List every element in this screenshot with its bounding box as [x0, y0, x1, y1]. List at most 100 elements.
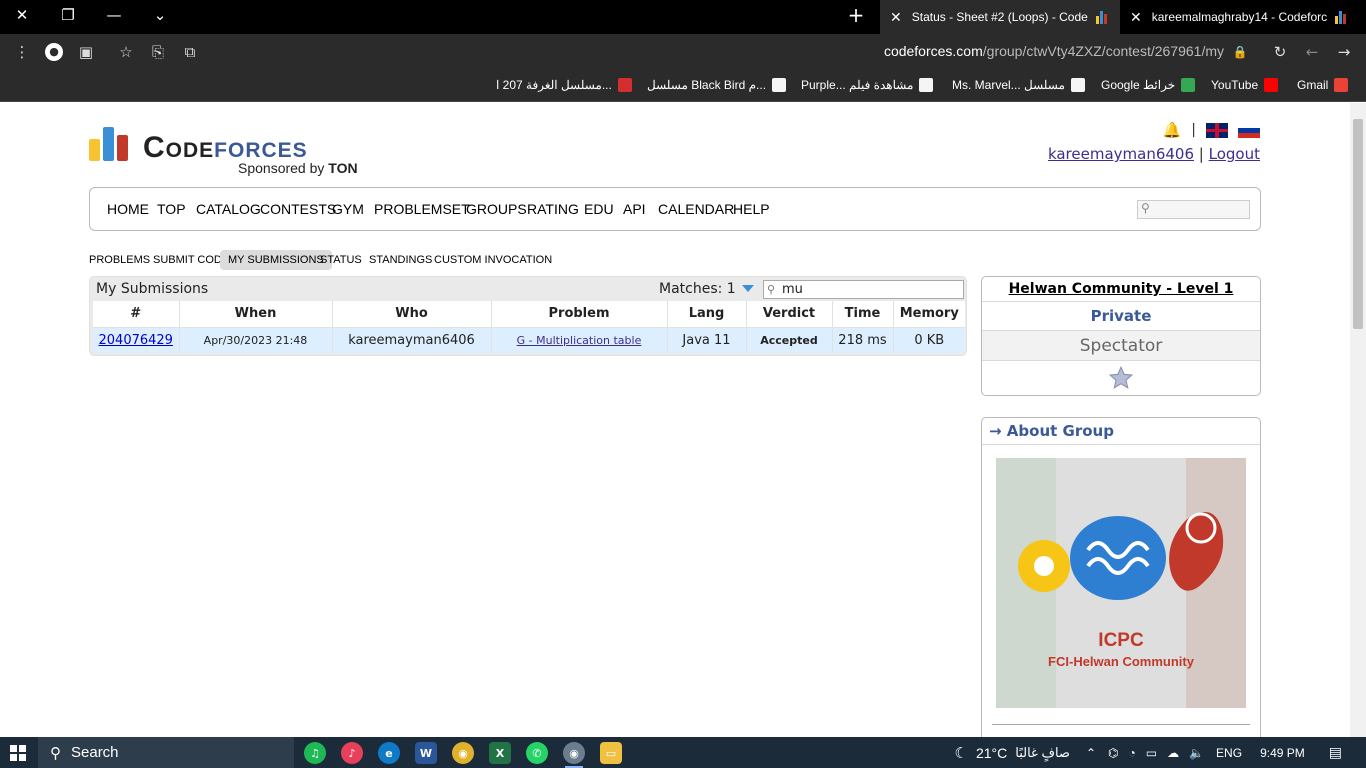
panel-title: My Submissions	[96, 281, 209, 297]
file-explorer-icon[interactable]: ▭	[600, 742, 622, 764]
username-link[interactable]: kareemayman6406	[1048, 145, 1194, 163]
page-content: Codeforces Sponsored by TON 🔔 | kareemay…	[0, 103, 1350, 737]
back-icon[interactable]: →	[1330, 38, 1358, 66]
spotify-icon[interactable]: ♫	[304, 742, 326, 764]
share-icon[interactable]: ⎘	[144, 38, 172, 66]
problem-filter-input[interactable]: ⚲ mu	[763, 280, 964, 299]
chrome-icon[interactable]: ◉	[452, 742, 474, 764]
gmail-icon	[1334, 78, 1349, 92]
edge-icon[interactable]: e	[378, 742, 400, 764]
who-cell[interactable]: kareemayman6406	[332, 327, 492, 353]
volume-icon[interactable]: 🔈	[1189, 746, 1204, 760]
bookmark-youtube[interactable]: YouTube	[1211, 70, 1279, 100]
tab-search-chevron-icon[interactable]: ⌄	[140, 0, 180, 30]
language-indicator[interactable]: ENG	[1216, 746, 1242, 760]
language-selector: 🔔 |	[1163, 121, 1260, 139]
tab-kareem-profile[interactable]: ✕ kareemalmaghraby14 - Codeforc	[1120, 0, 1350, 34]
submissions-table: # When Who Problem Lang Verdict Time Mem…	[93, 301, 965, 353]
col-lang: Lang	[667, 301, 747, 328]
chrome-active-icon[interactable]: ◉	[563, 742, 585, 768]
site-favicon-icon	[919, 78, 934, 92]
bookmark-purple[interactable]: Purple... مشاهدة فيلم	[801, 70, 934, 100]
logout-link[interactable]: Logout	[1209, 145, 1260, 163]
english-flag-icon[interactable]	[1206, 122, 1228, 138]
weather-temp[interactable]: 21°C	[976, 745, 1007, 761]
menu-gym[interactable]: GYM	[332, 201, 364, 217]
bell-icon[interactable]: 🔔	[1163, 121, 1182, 139]
codeforces-favicon-icon	[1335, 10, 1347, 24]
sidebar-toggle-icon[interactable]: ▣	[72, 38, 100, 66]
close-tab-icon[interactable]: ✕	[1130, 9, 1142, 26]
bookmark-gmail[interactable]: Gmail	[1297, 70, 1349, 100]
menu-home[interactable]: HOME	[107, 201, 149, 217]
sponsor-text: Sponsored by TON	[238, 160, 358, 176]
codeforces-logo[interactable]: Codeforces Sponsored by TON	[89, 127, 369, 179]
bookmark-star-icon[interactable]: ☆	[112, 38, 140, 66]
excel-icon[interactable]: X	[489, 742, 511, 764]
menu-help[interactable]: HELP	[733, 201, 770, 217]
cloud-icon[interactable]: ☁	[1167, 746, 1179, 760]
tab-status-sheet[interactable]: ✕ Status - Sheet #2 (Loops) - Code	[880, 0, 1120, 34]
taskbar-search-box[interactable]: ⚲ Search	[38, 737, 294, 768]
about-group-title[interactable]: → About Group	[989, 422, 1114, 440]
word-icon[interactable]: W	[415, 742, 437, 764]
reload-icon[interactable]: ↻	[1266, 38, 1294, 66]
weather-description[interactable]: صافٍ غالبًا	[1015, 745, 1070, 761]
menu-problemset[interactable]: PROBLEMSET	[374, 201, 470, 217]
menu-contests[interactable]: CONTESTS	[260, 201, 336, 217]
menu-rating[interactable]: RATING	[527, 201, 579, 217]
minimize-window-icon[interactable]: —	[94, 0, 134, 30]
submenu-custom-invocation[interactable]: CUSTOM INVOCATION	[426, 250, 560, 270]
verdict-cell: Accepted	[746, 327, 833, 353]
browser-menu-icon[interactable]: ⋮	[8, 38, 36, 66]
translate-icon[interactable]: ⧉	[176, 38, 204, 66]
page-scrollbar[interactable]	[1350, 103, 1366, 737]
site-search-input[interactable]: ⚲	[1137, 200, 1250, 219]
lock-icon[interactable]: 🔒	[1226, 38, 1254, 66]
when-cell: Apr/30/2023 21:48	[179, 327, 333, 353]
menu-top[interactable]: TOP	[157, 201, 186, 217]
bookmark-black-bird[interactable]: مسلسل Black Bird م...	[647, 70, 787, 100]
menu-calendar[interactable]: CALENDAR	[658, 201, 734, 217]
bookmark-ms-marvel[interactable]: Ms. Marvel... مسلسل	[952, 70, 1085, 100]
bookmark-label: Google خرائط	[1101, 78, 1176, 92]
filter-dropdown-arrow-icon[interactable]	[742, 285, 754, 292]
star-icon[interactable]	[1108, 365, 1134, 391]
system-tray: ☾ 21°C صافٍ غالبًا ⌃ ⌬ ◔ ▭ ☁ 🔈 ENG 9:49 …	[955, 737, 1366, 768]
notifications-icon[interactable]: ▤	[1329, 744, 1342, 761]
restore-window-icon[interactable]: ❐	[48, 0, 88, 30]
clock[interactable]: 9:49 PM	[1260, 746, 1305, 760]
user-links: kareemayman6406 | Logout	[1048, 145, 1260, 163]
new-tab-button[interactable]: +	[836, 0, 876, 30]
forward-icon[interactable]: ←	[1298, 38, 1326, 66]
sponsor-name: TON	[328, 160, 358, 176]
russian-flag-icon[interactable]	[1238, 122, 1260, 138]
whatsapp-icon[interactable]: ✆	[526, 742, 548, 764]
menu-api[interactable]: API	[623, 201, 646, 217]
itunes-icon[interactable]: ♪	[341, 742, 363, 764]
url-field[interactable]: codeforces.com/group/ctwVty4ZXZ/contest/…	[884, 43, 1224, 59]
problem-link[interactable]: G - Multiplication table	[517, 334, 642, 347]
menu-groups[interactable]: GROUPS	[466, 201, 527, 217]
bookmark-google-maps[interactable]: Google خرائط	[1101, 70, 1196, 100]
wifi-icon[interactable]: ◔	[1129, 746, 1136, 760]
network-icon[interactable]: ⌬	[1108, 746, 1118, 760]
contest-name-link[interactable]: Helwan Community - Level 1	[982, 277, 1260, 302]
menu-edu[interactable]: EDU	[584, 201, 614, 217]
submission-id-link[interactable]: 204076429	[99, 333, 173, 348]
bookmark-room-207[interactable]: مسلسل الغرفة 207 ا...	[496, 70, 632, 100]
battery-icon[interactable]: ▭	[1146, 746, 1157, 760]
bookmark-label: Ms. Marvel... مسلسل	[952, 78, 1065, 92]
windows-start-icon[interactable]	[10, 745, 26, 761]
search-icon: ⚲	[50, 744, 61, 762]
problem-cell: G - Multiplication table	[491, 327, 668, 353]
separator: |	[1198, 145, 1204, 163]
close-window-icon[interactable]: ✕	[2, 0, 42, 30]
menu-catalog[interactable]: CATALOG	[196, 201, 261, 217]
separator: |	[1191, 122, 1196, 138]
chevron-up-icon[interactable]: ⌃	[1086, 746, 1096, 760]
scrollbar-thumb[interactable]	[1353, 119, 1363, 329]
close-tab-icon[interactable]: ✕	[890, 9, 902, 26]
profile-icon[interactable]: ●	[40, 38, 68, 66]
weather-moon-icon[interactable]: ☾	[955, 744, 968, 762]
